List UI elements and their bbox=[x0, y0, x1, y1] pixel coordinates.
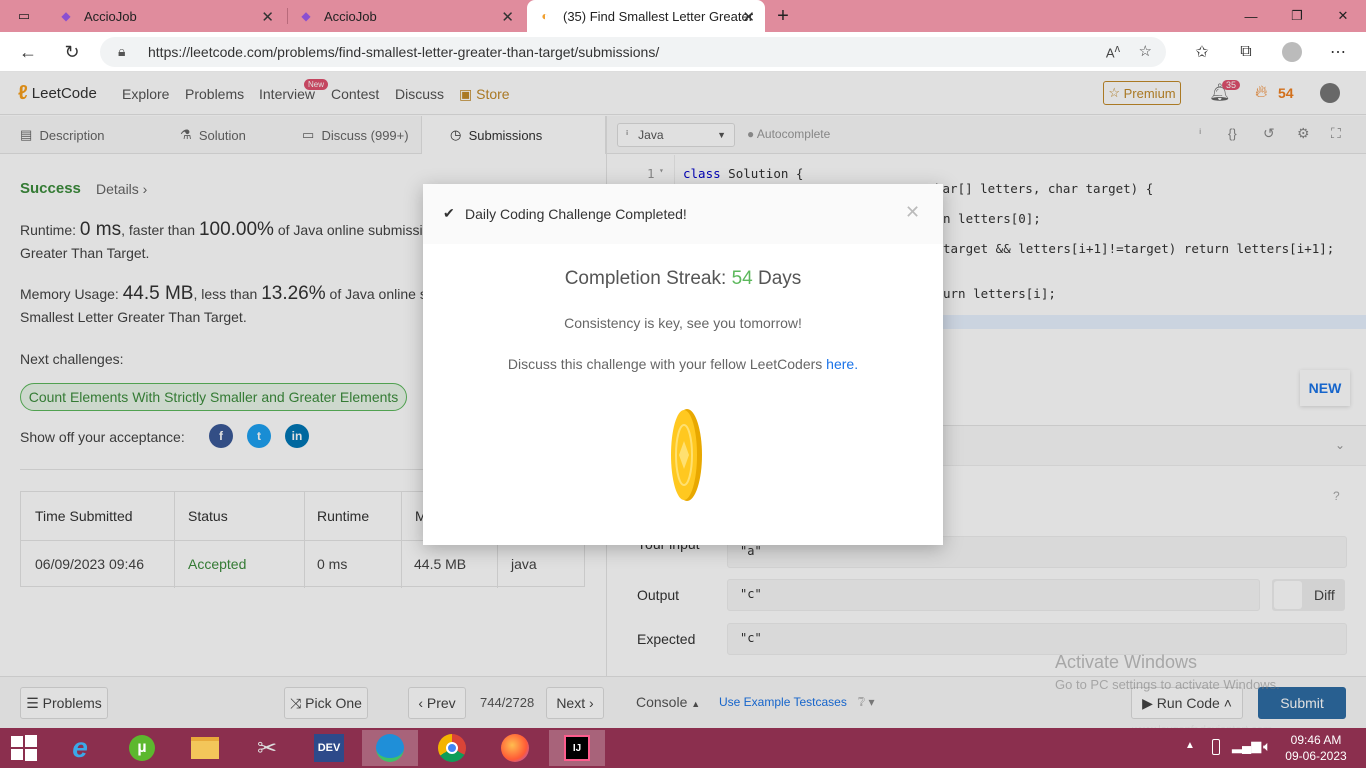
clock-date[interactable]: 09-06-2023 bbox=[1282, 749, 1350, 763]
tab-title: (35) Find Smallest Letter Greater bbox=[563, 8, 754, 24]
tab-title: AccioJob bbox=[324, 8, 377, 24]
close-window-icon[interactable]: ✕ bbox=[1320, 0, 1366, 32]
tab-title: AccioJob bbox=[84, 8, 137, 24]
chrome-icon[interactable] bbox=[430, 730, 474, 766]
challenge-completed-modal: ✔ Daily Coding Challenge Completed! ✕ Co… bbox=[423, 184, 943, 545]
internet-explorer-icon[interactable]: e bbox=[58, 730, 102, 766]
windows-start-icon[interactable] bbox=[2, 730, 46, 766]
check-icon: ✔ bbox=[443, 205, 455, 221]
url-text: https://leetcode.com/problems/find-small… bbox=[148, 44, 660, 60]
lock-icon: 🔒︎ bbox=[118, 43, 126, 59]
tab-actions-icon[interactable]: ▭ bbox=[0, 0, 48, 32]
collections-icon[interactable]: ⧉ bbox=[1234, 40, 1258, 64]
acciojob-icon: ◆ bbox=[61, 9, 71, 23]
browser-tab-leetcode[interactable]: ◐ (35) Find Smallest Letter Greater ✕ bbox=[527, 0, 765, 32]
refresh-icon[interactable]: ↻ bbox=[58, 38, 86, 66]
tray-chevron-icon[interactable]: ▲ bbox=[1185, 740, 1195, 751]
coin-icon bbox=[671, 409, 702, 501]
browser-tab-acciojob-1[interactable]: ◆ AccioJob ✕ bbox=[48, 0, 284, 32]
dev-cpp-icon[interactable]: DEV bbox=[307, 730, 351, 766]
here-link[interactable]: here. bbox=[826, 356, 858, 372]
close-tab-icon[interactable]: ✕ bbox=[501, 8, 514, 26]
modal-title: Daily Coding Challenge Completed! bbox=[465, 206, 687, 222]
consistency-message: Consistency is key, see you tomorrow! bbox=[564, 315, 802, 331]
utorrent-icon[interactable]: µ bbox=[120, 730, 164, 766]
volume-icon[interactable]: 🔈︎ bbox=[1263, 738, 1271, 755]
close-tab-icon[interactable]: ✕ bbox=[742, 8, 755, 26]
new-tab-icon[interactable]: + bbox=[764, 0, 802, 32]
close-tab-icon[interactable]: ✕ bbox=[261, 8, 274, 26]
file-explorer-icon[interactable] bbox=[183, 730, 227, 766]
activate-windows-title: Activate Windows bbox=[1055, 652, 1198, 672]
leetcode-favicon-icon: ◐ bbox=[541, 9, 549, 23]
firefox-icon[interactable] bbox=[493, 730, 537, 766]
close-icon[interactable]: ✕ bbox=[905, 202, 920, 223]
minimize-icon[interactable]: — bbox=[1228, 0, 1274, 32]
taskbar: e µ ✂ DEV IJ ▲ ▂▄▆ 🔈︎ 09:46 AM 09-06-202… bbox=[0, 728, 1366, 768]
discuss-line: Discuss this challenge with your fellow … bbox=[507, 356, 859, 372]
clock-time[interactable]: 09:46 AM bbox=[1286, 733, 1346, 747]
edge-icon[interactable] bbox=[362, 730, 418, 766]
address-bar: ← ↻ 🔒︎ https://leetcode.com/problems/fin… bbox=[0, 32, 1366, 72]
restore-icon[interactable]: ❐ bbox=[1274, 0, 1320, 32]
more-menu-icon[interactable]: ⋯ bbox=[1326, 40, 1350, 64]
back-icon[interactable]: ← bbox=[14, 38, 42, 66]
read-aloud-icon[interactable]: Aʌ bbox=[1106, 43, 1120, 60]
url-field[interactable]: 🔒︎ https://leetcode.com/problems/find-sm… bbox=[100, 37, 1166, 67]
snipping-tool-icon[interactable]: ✂ bbox=[245, 730, 289, 766]
profile-avatar-icon[interactable] bbox=[1280, 40, 1304, 64]
network-icon[interactable]: ▂▄▆ bbox=[1232, 738, 1261, 754]
browser-tab-acciojob-2[interactable]: ◆ AccioJob ✕ bbox=[288, 0, 524, 32]
streak-line: Completion Streak: 54 Days bbox=[564, 268, 802, 289]
favorites-icon[interactable]: ✩ bbox=[1190, 40, 1214, 64]
browser-tab-strip: ▭ ◆ AccioJob ✕ ◆ AccioJob ✕ ◐ (35) Find … bbox=[0, 0, 1366, 32]
add-favorite-icon[interactable]: ☆ bbox=[1139, 42, 1152, 60]
acciojob-icon: ◆ bbox=[301, 9, 311, 23]
activate-windows-subtitle: Go to PC settings to activate Windows. bbox=[1055, 677, 1280, 692]
modal-header: ✔ Daily Coding Challenge Completed! ✕ bbox=[423, 184, 943, 244]
intellij-icon[interactable]: IJ bbox=[549, 730, 605, 766]
battery-icon[interactable] bbox=[1212, 739, 1220, 755]
